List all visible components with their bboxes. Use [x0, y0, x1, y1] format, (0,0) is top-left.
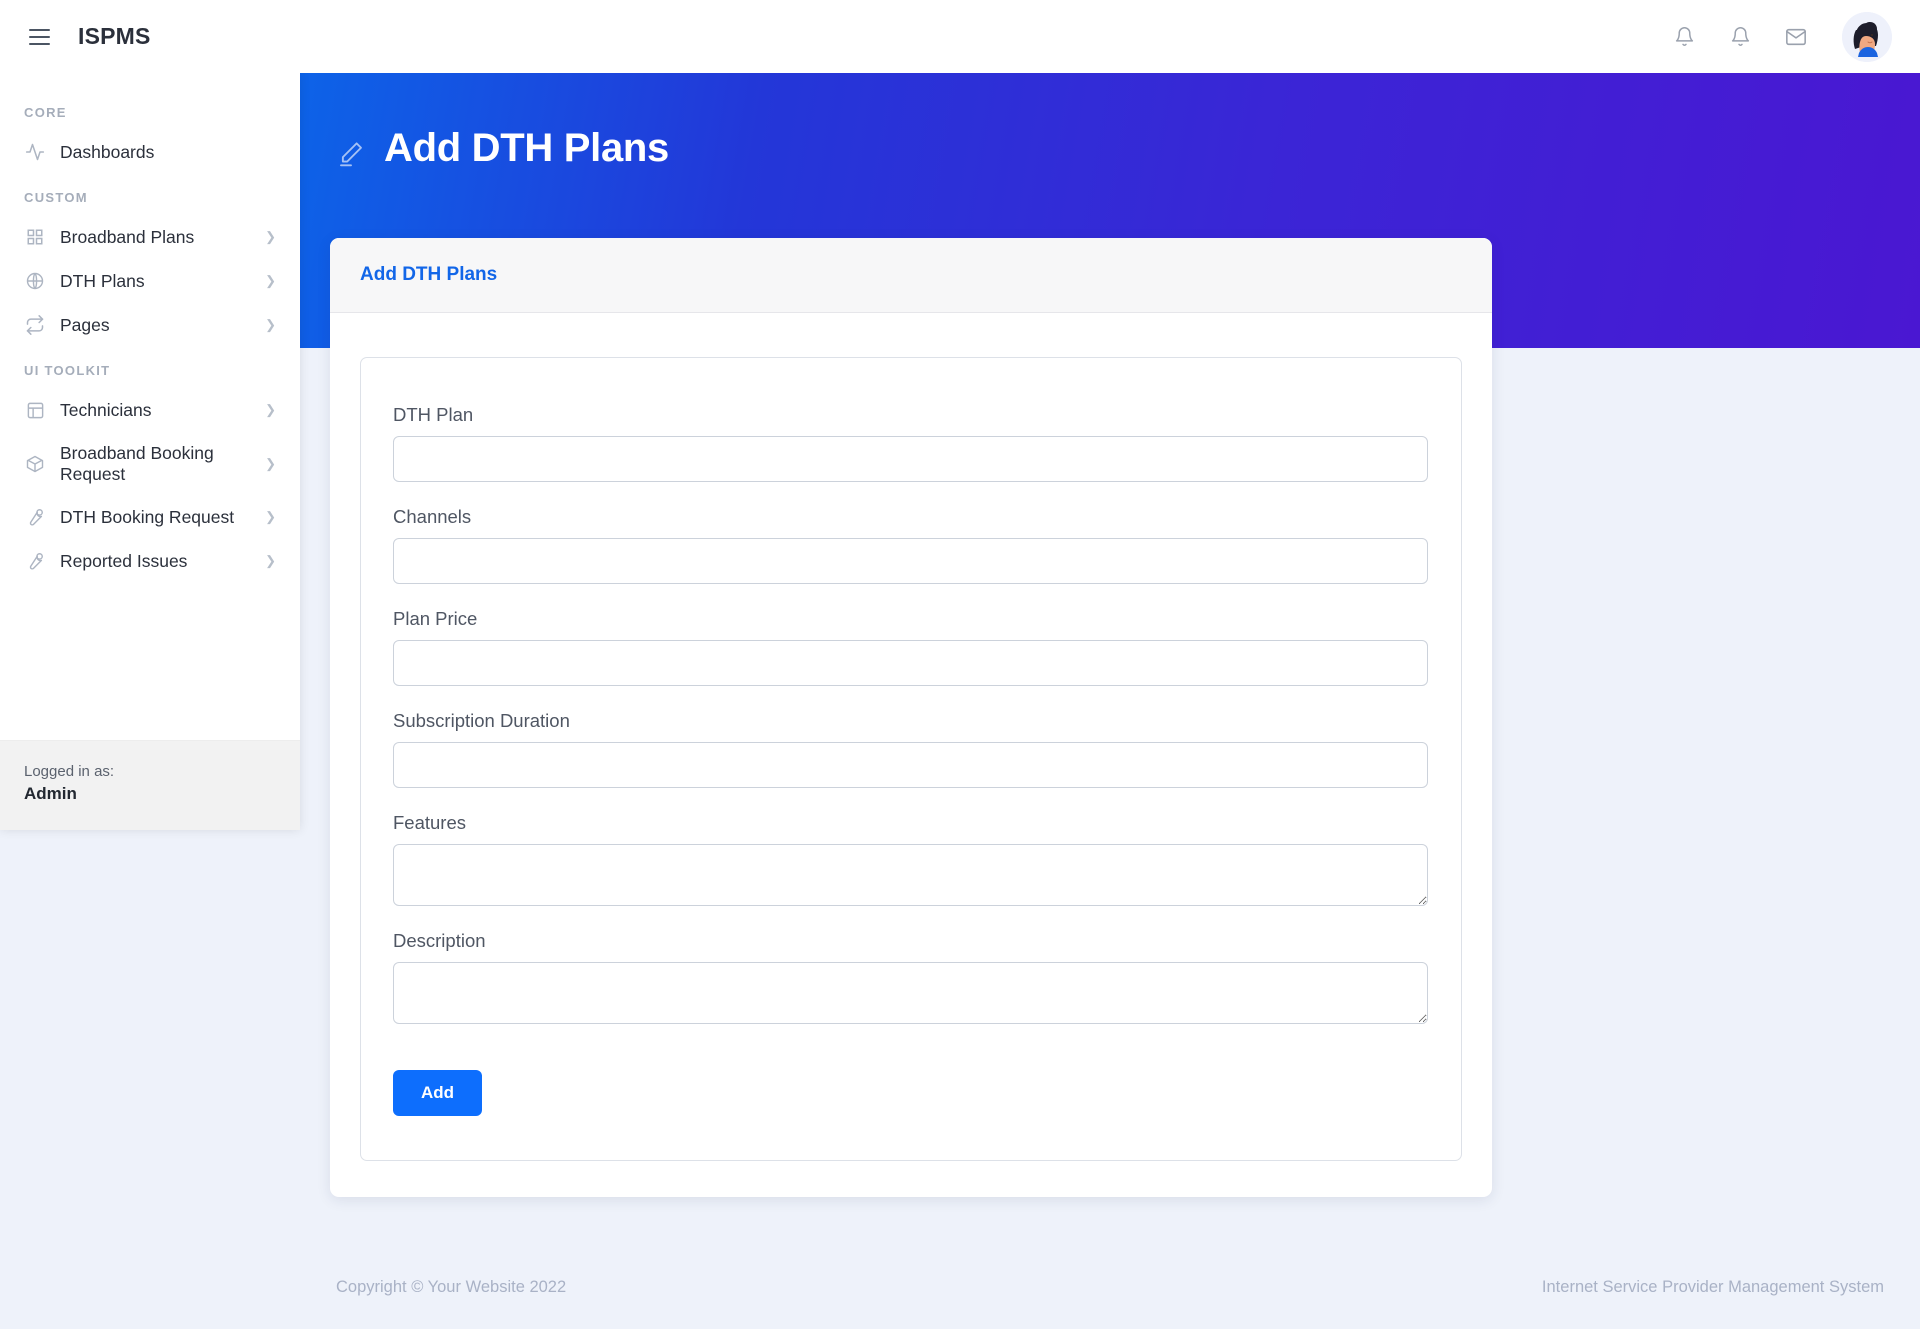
field-plan-price: Plan Price [393, 608, 1429, 686]
envelope-icon[interactable] [1768, 9, 1824, 65]
sidebar-item-label: DTH Plans [60, 270, 145, 291]
field-channels: Channels [393, 506, 1429, 584]
channels-label: Channels [393, 506, 472, 527]
features-textarea[interactable] [393, 844, 1428, 906]
globe-icon [24, 270, 46, 292]
top-navbar: ISPMS [0, 0, 1920, 73]
chevron-right-icon: ❯ [265, 402, 276, 417]
subscription-duration-label: Subscription Duration [393, 710, 570, 731]
sidebar-item-label: Broadband Plans [60, 226, 195, 247]
features-label: Features [393, 812, 467, 833]
chevron-right-icon: ❯ [265, 229, 276, 244]
field-dth-plan: DTH Plan [393, 404, 1429, 482]
card-body: DTH Plan Channels Plan Price Subscriptio… [330, 313, 1492, 1197]
sidebar: CORE Dashboards CUSTOM Broadband Plans ❯… [0, 73, 300, 830]
sidebar-item-reported-issues[interactable]: Reported Issues ❯ [0, 539, 300, 583]
sidebar-item-pages[interactable]: Pages ❯ [0, 303, 300, 347]
plan-price-label: Plan Price [393, 608, 478, 629]
card-header: Add DTH Plans [330, 238, 1492, 313]
sidebar-item-label: Pages [60, 314, 110, 335]
add-button[interactable]: Add [393, 1070, 483, 1116]
add-dth-plans-card: Add DTH Plans DTH Plan Channels Plan Pri… [330, 238, 1492, 1197]
sidebar-item-label: Reported Issues [60, 550, 188, 571]
sidebar-item-dashboards[interactable]: Dashboards [0, 130, 300, 174]
chevron-right-icon: ❯ [265, 317, 276, 332]
sidebar-item-label: Broadband Booking Request [60, 443, 214, 484]
sidebar-footer: Logged in as: Admin [0, 740, 300, 830]
grid-icon [24, 226, 46, 248]
form-container: DTH Plan Channels Plan Price Subscriptio… [360, 357, 1462, 1161]
sidebar-item-label: Dashboards [60, 141, 155, 162]
box-icon [24, 453, 46, 475]
sidebar-item-label: DTH Booking Request [60, 506, 235, 527]
sidebar-item-technicians[interactable]: Technicians ❯ [0, 388, 300, 432]
bell-icon[interactable] [1712, 9, 1768, 65]
channels-input[interactable] [393, 538, 1428, 584]
sidebar-item-broadband-booking-request[interactable]: Broadband Booking Request ❯ [0, 432, 300, 495]
logged-in-label: Logged in as: [24, 763, 115, 780]
sidebar-item-dth-booking-request[interactable]: DTH Booking Request ❯ [0, 495, 300, 539]
sidebar-nav: CORE Dashboards CUSTOM Broadband Plans ❯… [0, 73, 300, 740]
chevron-right-icon: ❯ [265, 553, 276, 569]
system-name-text: Internet Service Provider Management Sys… [1541, 1277, 1884, 1296]
hamburger-bar [28, 28, 50, 31]
field-description: Description [393, 930, 1429, 1024]
page-title-text: Add DTH Plans [384, 126, 670, 170]
sidebar-item-label: Technicians [60, 399, 152, 420]
layout-icon [24, 399, 46, 421]
sidebar-item-broadband-plans[interactable]: Broadband Plans ❯ [0, 215, 300, 259]
dth-plan-label: DTH Plan [393, 404, 474, 425]
sidebar-heading-custom: CUSTOM [24, 190, 88, 205]
wrench-icon [24, 506, 46, 528]
avatar[interactable] [1842, 11, 1892, 62]
dth-plan-input[interactable] [393, 436, 1428, 482]
chevron-right-icon: ❯ [265, 509, 276, 525]
pencil-icon [336, 134, 366, 166]
hamburger-bar [28, 42, 50, 45]
sidebar-heading-ui-toolkit: UI TOOLKIT [24, 363, 111, 378]
sidebar-item-dth-plans[interactable]: DTH Plans ❯ [0, 259, 300, 303]
activity-icon [24, 141, 46, 163]
chevron-right-icon: ❯ [265, 273, 276, 288]
description-textarea[interactable] [393, 962, 1428, 1024]
wrench-icon [24, 550, 46, 572]
page-title: Add DTH Plans [336, 126, 669, 171]
brand-title: ISPMS [78, 23, 151, 49]
subscription-duration-input[interactable] [393, 742, 1428, 788]
page-footer: Copyright © Your Website 2022 Internet S… [300, 1245, 1920, 1329]
copyright-text: Copyright © Your Website 2022 [336, 1277, 567, 1296]
hamburger-bar [28, 35, 50, 38]
bell-icon[interactable] [1656, 9, 1712, 65]
field-subscription-duration: Subscription Duration [393, 710, 1429, 788]
sidebar-heading-core: CORE [24, 105, 67, 120]
logged-in-user: Admin [24, 784, 77, 803]
hamburger-icon[interactable] [22, 20, 56, 54]
plan-price-input[interactable] [393, 640, 1428, 686]
repeat-icon [24, 314, 46, 336]
field-features: Features [393, 812, 1429, 906]
description-label: Description [393, 930, 486, 951]
add-dth-plan-form: DTH Plan Channels Plan Price Subscriptio… [393, 404, 1429, 1116]
chevron-right-icon: ❯ [265, 455, 276, 471]
avatar-illustration [1842, 11, 1892, 62]
